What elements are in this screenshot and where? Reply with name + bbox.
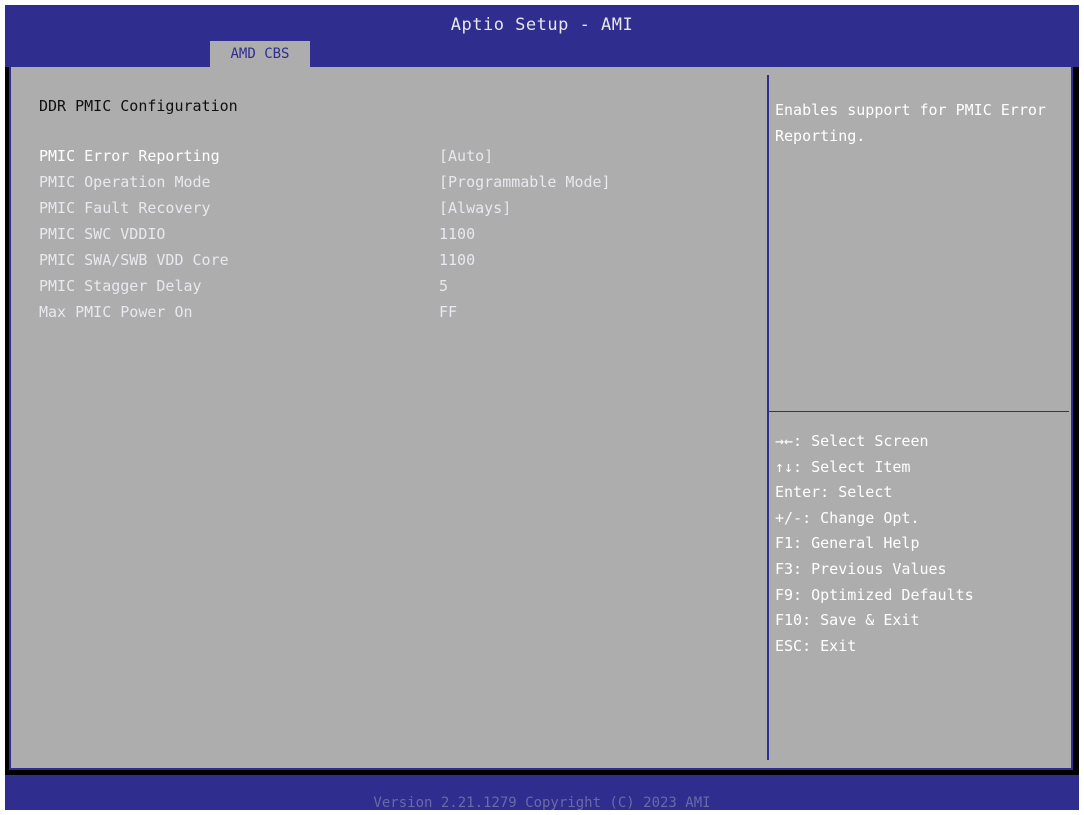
setting-label: Max PMIC Power On: [39, 303, 193, 321]
key-select-screen: →←: Select Screen: [775, 432, 929, 450]
key-change-opt: +/-: Change Opt.: [775, 508, 920, 527]
section-title: DDR PMIC Configuration: [39, 97, 238, 115]
setting-value[interactable]: [Programmable Mode]: [439, 173, 611, 191]
setting-pmic-stagger-delay: PMIC Stagger Delay 5: [39, 277, 739, 299]
key-esc-exit: ESC: Exit: [775, 636, 857, 655]
setting-value[interactable]: [Auto]: [439, 147, 493, 165]
footer-bar: Version 2.21.1279 Copyright (C) 2023 AMI: [5, 775, 1079, 811]
setting-pmic-error-reporting[interactable]: PMIC Error Reporting [Auto]: [39, 147, 739, 169]
setting-value: 1100: [439, 225, 476, 243]
main-panel: DDR PMIC Configuration PMIC Error Report…: [9, 67, 1073, 770]
setting-label: PMIC Error Reporting: [39, 147, 220, 165]
setting-pmic-swc-vddio: PMIC SWC VDDIO 1100: [39, 225, 739, 247]
panel-divider: [767, 75, 769, 760]
setting-label: PMIC SWC VDDIO: [39, 225, 166, 243]
key-optimized-defaults: F9: Optimized Defaults: [775, 585, 974, 604]
tab-amd-cbs[interactable]: AMD CBS: [210, 41, 310, 67]
help-divider: [769, 411, 1069, 412]
help-description: Enables support for PMIC Error Reporting…: [775, 101, 1046, 145]
app-title: Aptio Setup - AMI: [450, 15, 634, 35]
setting-pmic-operation-mode[interactable]: PMIC Operation Mode [Programmable Mode]: [39, 173, 739, 195]
setting-value: FF: [439, 303, 458, 321]
setting-label: PMIC Operation Mode: [39, 173, 211, 191]
setting-label: PMIC Stagger Delay: [39, 277, 202, 295]
key-enter-select: Enter: Select: [775, 483, 893, 502]
title-bar: Aptio Setup - AMI AMD CBS: [5, 5, 1079, 67]
setting-max-pmic-power-on: Max PMIC Power On FF: [39, 303, 739, 325]
setting-value: 1100: [439, 251, 476, 269]
setting-value: 5: [439, 277, 449, 295]
key-general-help: F1: General Help: [775, 534, 920, 553]
bios-screen: Aptio Setup - AMI AMD CBS DDR PMIC Confi…: [5, 5, 1079, 811]
key-legend: →←: Select Screen ↑↓: Select Item Enter:…: [775, 429, 1065, 659]
setting-pmic-swa-swb-vdd-core: PMIC SWA/SWB VDD Core 1100: [39, 251, 739, 273]
version-text: Version 2.21.1279 Copyright (C) 2023 AMI: [373, 795, 711, 811]
setting-value[interactable]: [Always]: [439, 199, 511, 217]
setting-label: PMIC Fault Recovery: [39, 199, 211, 217]
key-select-item: ↑↓: Select Item: [775, 457, 911, 476]
key-save-exit: F10: Save & Exit: [775, 611, 920, 630]
key-previous-values: F3: Previous Values: [775, 559, 947, 578]
setting-pmic-fault-recovery[interactable]: PMIC Fault Recovery [Always]: [39, 199, 739, 221]
setting-label: PMIC SWA/SWB VDD Core: [39, 251, 229, 269]
